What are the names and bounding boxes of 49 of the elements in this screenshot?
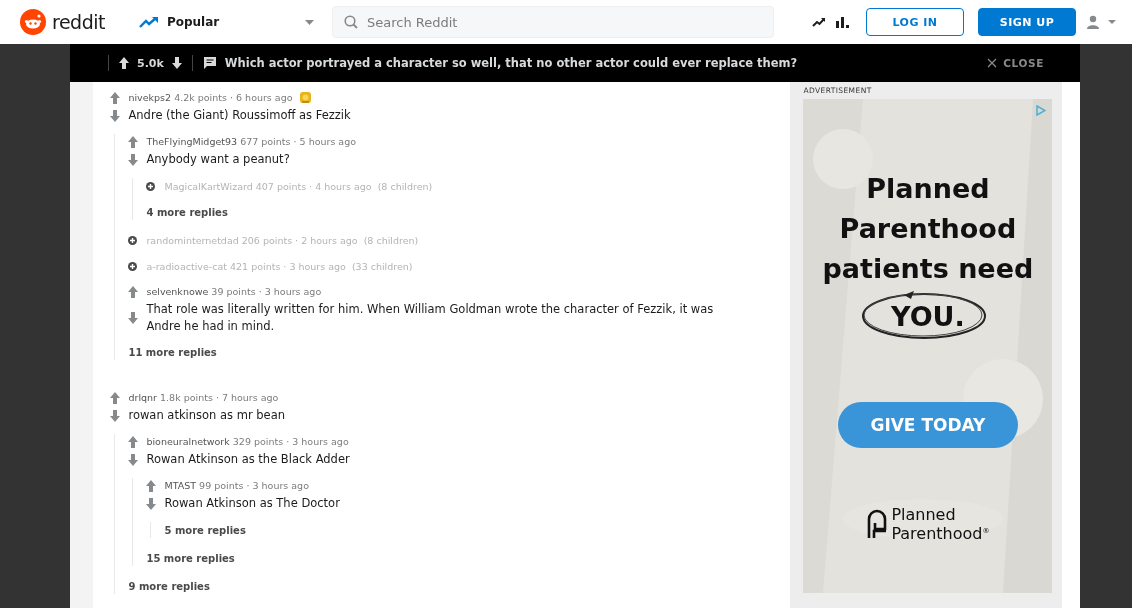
log-in-button[interactable]: LOG IN (866, 8, 964, 36)
comment-icon (202, 56, 217, 70)
ad-headline-line: Planned (866, 172, 990, 206)
more-replies-link[interactable]: 5 more replies (164, 522, 246, 538)
reddit-logo-icon[interactable] (20, 9, 46, 35)
bar-chart-icon[interactable] (836, 16, 850, 28)
comment-text: Rowan Atkinson as the Black Adder (146, 451, 351, 468)
caret-icon (305, 19, 314, 25)
comment-meta: MTAST 99 points · 3 hours ago (164, 480, 309, 491)
comment-meta: TheFlyingMidget93 677 points · 5 hours ago (146, 136, 357, 147)
trending-icon[interactable] (812, 16, 826, 28)
comment-text: Rowan Atkinson as The Doctor (164, 495, 341, 512)
more-replies-link[interactable]: 9 more replies (128, 578, 210, 594)
upvote-icon[interactable] (119, 57, 129, 69)
more-replies-link[interactable]: 15 more replies (146, 550, 235, 566)
comment-text: That role was literally written for him. When William Goldman wrote the character of Fezzik, it was Andre he had in mind. (146, 301, 715, 335)
search-icon (344, 15, 358, 29)
brand-logo-icon (866, 509, 889, 540)
comment-text: Andre (the Giant) Roussimoff as Fezzik (128, 107, 352, 124)
post-score: 5.0k (137, 56, 164, 70)
comment-meta: bioneuralnetwork 329 points · 3 hours ago (146, 436, 349, 447)
ad-headline-line: Parenthood (839, 212, 1017, 246)
trending-icon (138, 16, 159, 28)
comment-meta: nivekps2 4.2k points · 6 hours ago (128, 92, 293, 103)
caret-icon (1108, 20, 1116, 24)
ad-banner[interactable]: Planned Parenthood patients need YOU. GIVE TODAY Planned Parenthood$^{®}$ (803, 99, 1053, 593)
comment-text: Anybody want a peanut? (146, 151, 291, 168)
expand-icon[interactable] (128, 261, 138, 271)
post-title: Which actor portrayed a character so well, that no other actor could ever replace them? (224, 56, 798, 70)
close-button[interactable]: CLOSE (981, 56, 1050, 70)
user-icon (1086, 15, 1100, 29)
expand-icon[interactable] (128, 235, 138, 245)
user-menu[interactable] (1086, 15, 1116, 29)
comment-text: rowan atkinson as mr bean (128, 407, 287, 424)
more-replies-link[interactable]: 4 more replies (146, 204, 228, 220)
more-replies-link[interactable]: 11 more replies (128, 344, 217, 360)
brand-name: Planned Parenthood$^{®}$ (891, 506, 990, 543)
ad-highlight-text: YOU. (891, 301, 965, 332)
ad-choices-icon[interactable] (1035, 105, 1047, 116)
comment-meta: drlqnr 1.8k points · 7 hours ago (128, 392, 279, 403)
reddit-wordmark[interactable]: reddit (52, 11, 105, 33)
expand-icon[interactable] (146, 181, 156, 191)
comment-meta: selvenknowe 39 points · 3 hours ago (146, 286, 322, 297)
ad-headline-line: patients need (822, 252, 1034, 286)
feed-dropdown[interactable]: Popular (134, 6, 318, 38)
downvote-icon[interactable] (171, 57, 182, 69)
close-icon (987, 58, 998, 68)
sign-up-button[interactable]: SIGN UP (978, 8, 1076, 36)
search-field[interactable]: Search Reddit (332, 6, 774, 38)
